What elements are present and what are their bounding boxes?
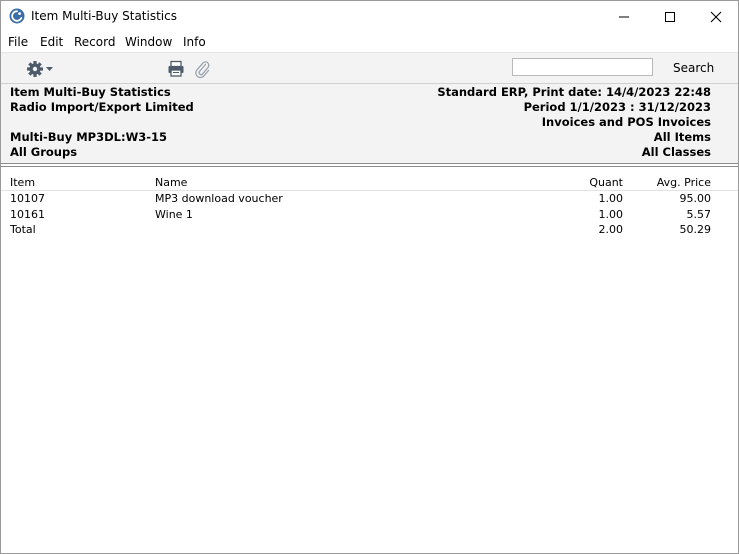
search-button[interactable]: Search	[673, 61, 714, 75]
item-quant: 1.00	[598, 207, 624, 221]
total-label: Total	[10, 223, 36, 236]
app-logo-icon	[9, 8, 25, 24]
item-name: Wine 1	[155, 207, 193, 221]
item-filter: All Items	[653, 130, 711, 144]
column-header-quant: Quant	[589, 176, 623, 189]
print-date: Standard ERP, Print date: 14/4/2023 22:4…	[437, 85, 711, 99]
toolbar: Search	[1, 52, 738, 83]
close-button[interactable]	[693, 1, 738, 32]
class-filter: All Classes	[641, 145, 711, 159]
table-header-row: Item Name Quant Avg. Price	[1, 175, 738, 191]
minimize-icon	[619, 16, 629, 17]
item-name: MP3 download voucher	[155, 192, 283, 205]
maximize-button[interactable]	[647, 1, 693, 32]
item-avg-price: 5.57	[686, 207, 712, 221]
menu-edit[interactable]: Edit	[40, 35, 63, 49]
column-header-avg-price: Avg. Price	[656, 176, 711, 189]
table-total-row: Total 2.00 50.29	[1, 222, 738, 238]
gear-icon[interactable]	[26, 59, 56, 79]
menu-bar: File Edit Record Window Info	[1, 32, 738, 52]
menu-window[interactable]: Window	[125, 35, 172, 49]
total-quant: 2.00	[598, 223, 624, 236]
company-name: Radio Import/Export Limited	[10, 100, 194, 114]
item-quant: 1.00	[598, 192, 624, 205]
title-bar: Item Multi-Buy Statistics	[1, 1, 738, 32]
column-header-item: Item	[10, 176, 36, 189]
report-header: Item Multi-Buy Statistics Radio Import/E…	[1, 83, 738, 163]
item-code[interactable]: 10161	[10, 208, 45, 221]
menu-file[interactable]: File	[8, 35, 28, 49]
report-title: Item Multi-Buy Statistics	[10, 85, 171, 99]
multi-buy-code: Multi-Buy MP3DL:W3-15	[10, 130, 168, 144]
paperclip-icon[interactable]	[193, 59, 211, 79]
table-row[interactable]: 10107 MP3 download voucher 1.00 95.00	[1, 191, 738, 207]
header-divider	[1, 166, 738, 167]
window-title: Item Multi-Buy Statistics	[31, 9, 177, 23]
menu-info[interactable]: Info	[183, 35, 206, 49]
chevron-down-icon	[46, 67, 53, 71]
report-table: Item Name Quant Avg. Price 10107 MP3 dow…	[1, 175, 738, 238]
total-avg-price: 50.29	[679, 223, 712, 236]
minimize-button[interactable]	[601, 1, 647, 32]
group-filter: All Groups	[10, 145, 78, 159]
search-input[interactable]	[512, 58, 653, 76]
item-avg-price: 95.00	[679, 192, 712, 205]
item-code[interactable]: 10107	[10, 192, 45, 205]
print-icon[interactable]	[167, 60, 185, 78]
table-row[interactable]: 10161 Wine 1 1.00 5.57	[1, 207, 738, 223]
header-divider	[1, 163, 738, 164]
app-window: Item Multi-Buy Statistics File Edit Reco…	[0, 0, 739, 554]
column-header-name: Name	[155, 176, 188, 189]
invoice-source: Invoices and POS Invoices	[541, 115, 711, 129]
maximize-icon	[665, 11, 675, 22]
menu-record[interactable]: Record	[74, 35, 115, 49]
report-period: Period 1/1/2023 : 31/12/2023	[523, 100, 711, 114]
close-icon	[710, 11, 722, 22]
